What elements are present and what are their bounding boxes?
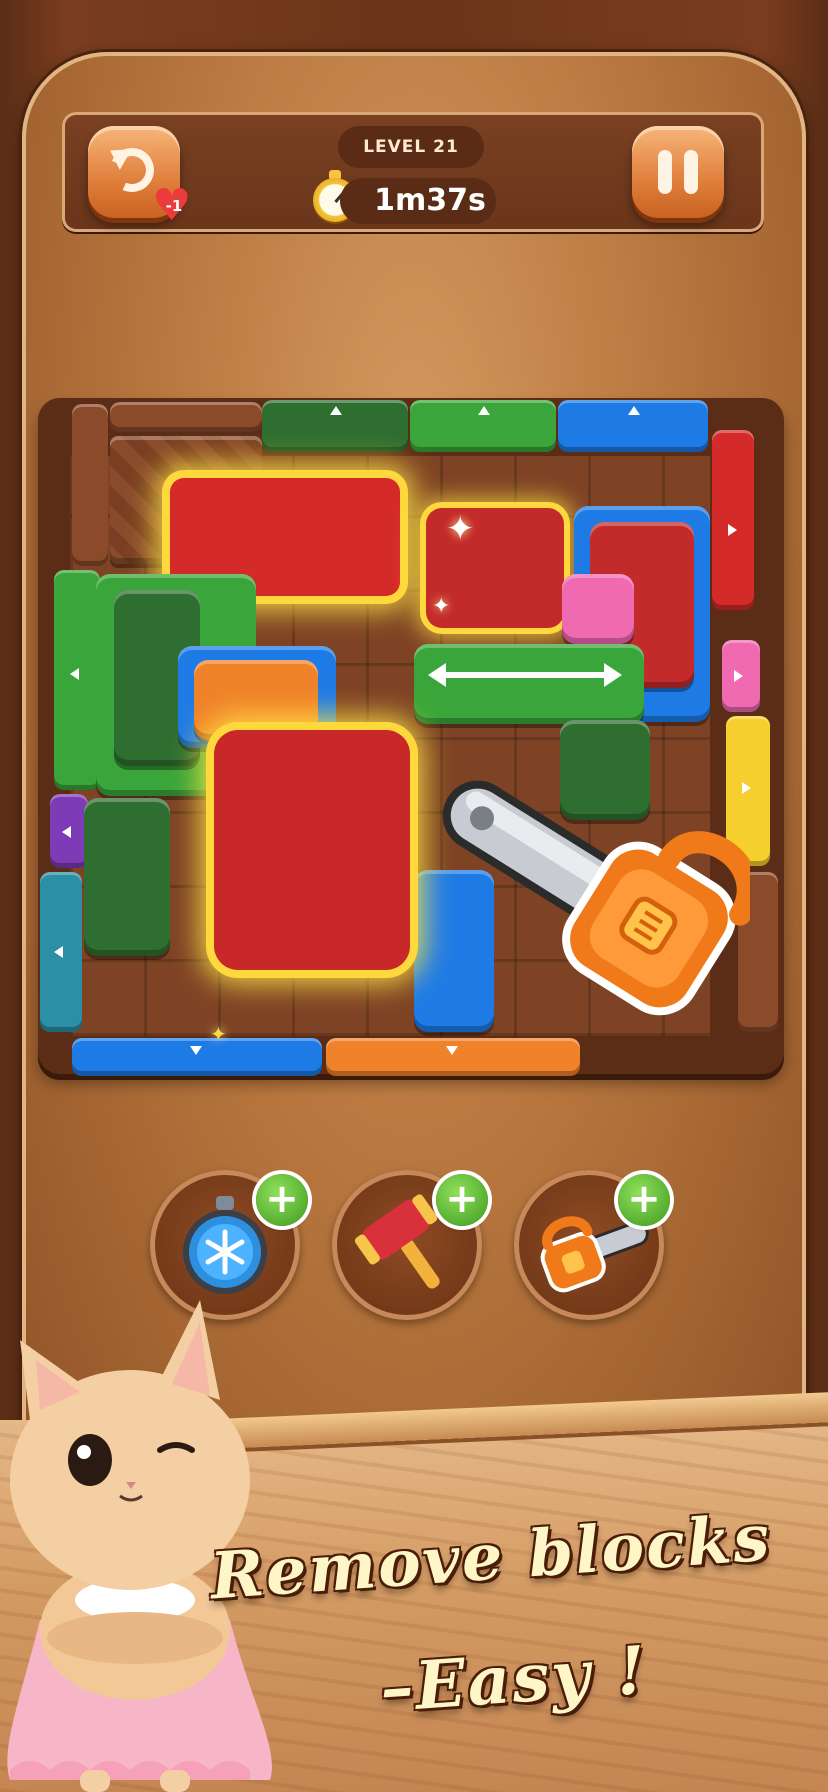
double-arrow-icon: [428, 663, 622, 687]
arrow-left-icon: [62, 826, 71, 838]
add-freeze-button[interactable]: +: [256, 1174, 308, 1226]
timer: 1m37s: [340, 178, 496, 224]
block-darkgreen-vertical[interactable]: [84, 798, 170, 956]
pause-button[interactable]: [632, 126, 724, 218]
undo-cost: -1: [165, 197, 183, 215]
heart-cost-badge: ♥ -1: [152, 184, 196, 228]
arrow-down-icon: [190, 1046, 202, 1055]
exit-gate-left-green: [54, 570, 100, 790]
arrow-left-icon: [70, 668, 79, 680]
sparkle-icon: ✦: [210, 1022, 227, 1046]
exit-gate-left-brown: [72, 404, 108, 566]
sparkle-icon: ✦: [446, 509, 475, 549]
exit-gate-right-red: [712, 430, 754, 610]
add-hammer-button[interactable]: +: [436, 1174, 488, 1226]
chainsaw-icon: [442, 780, 750, 1016]
arrow-right-icon: [734, 670, 743, 682]
block-pink-small[interactable]: [562, 574, 634, 644]
arrow-left-icon: [54, 946, 63, 958]
sparkle-icon: ✦: [432, 594, 451, 619]
block-red-big-selected[interactable]: [214, 730, 410, 970]
exit-gate-top-brown: [110, 402, 262, 432]
arrow-up-icon: [628, 406, 640, 415]
arrow-up-icon: [478, 406, 490, 415]
level-label: LEVEL 21: [338, 126, 484, 168]
arrow-right-icon: [728, 524, 737, 536]
exit-gate-bottom-blue: [72, 1038, 322, 1076]
add-chainsaw-button[interactable]: +: [618, 1174, 670, 1226]
arrow-up-icon: [330, 406, 342, 415]
block-orange[interactable]: [194, 660, 318, 740]
pause-icon: [658, 150, 672, 194]
